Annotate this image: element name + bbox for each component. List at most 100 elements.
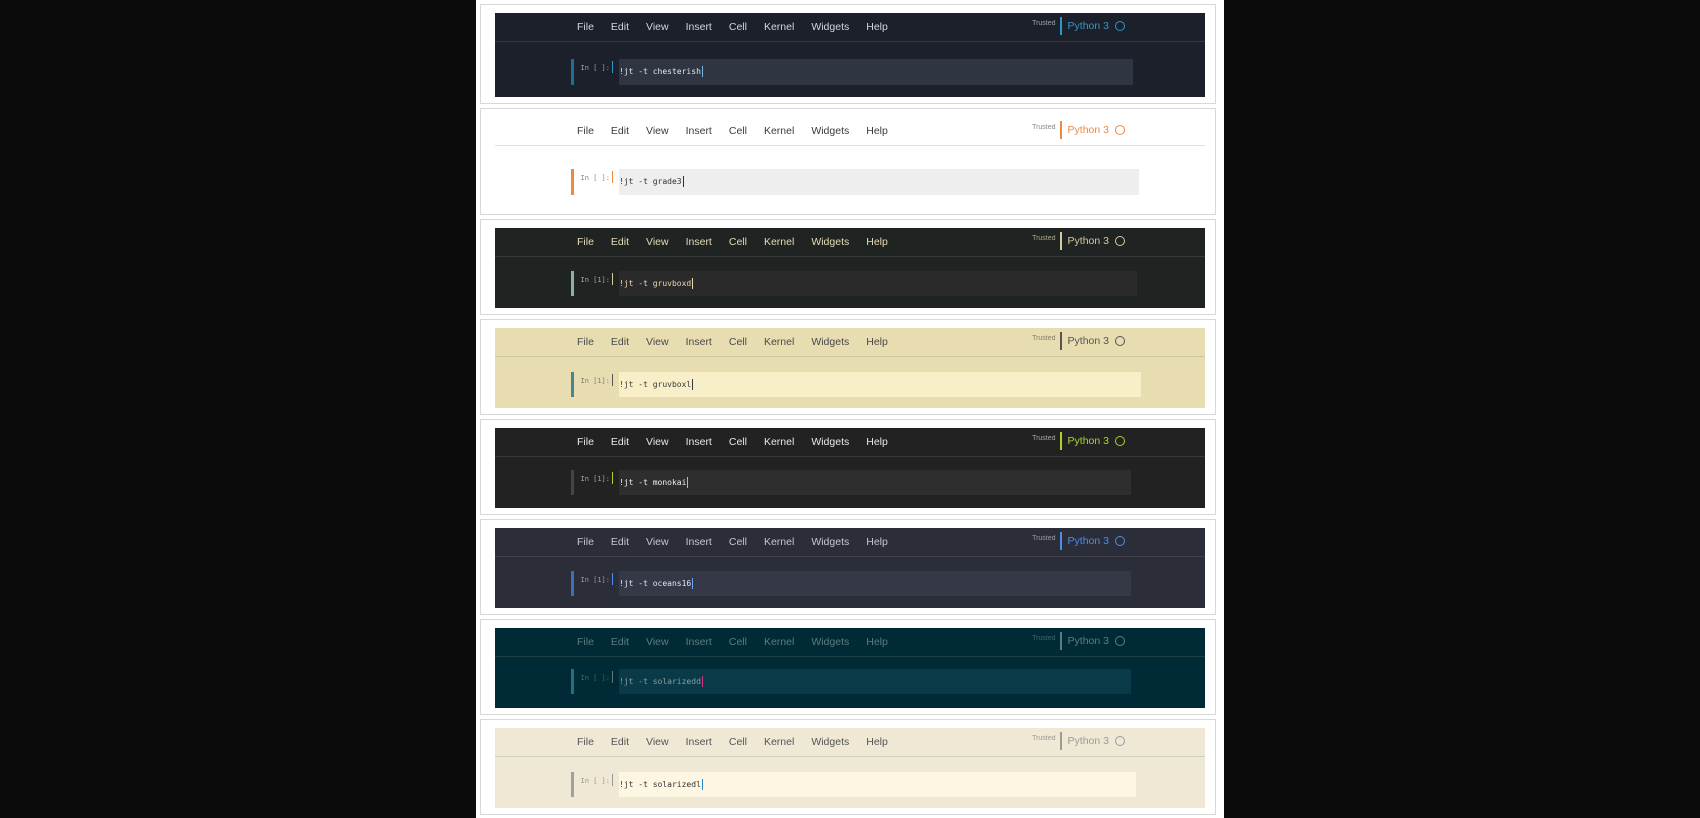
menu-edit[interactable]: Edit — [611, 436, 629, 448]
menu-kernel[interactable]: Kernel — [764, 236, 794, 248]
menu-insert[interactable]: Insert — [686, 636, 712, 648]
menu-kernel[interactable]: Kernel — [764, 636, 794, 648]
menu-widgets[interactable]: Widgets — [811, 336, 849, 348]
kernel-name[interactable]: Python 3 — [1068, 124, 1109, 136]
menu-bar: File Edit View Insert Cell Kernel Widgets Help T… — [495, 628, 1205, 657]
menu-cell[interactable]: Cell — [729, 21, 747, 33]
menu-cell[interactable]: Cell — [729, 736, 747, 748]
menu-view[interactable]: View — [646, 236, 669, 248]
menu-insert[interactable]: Insert — [686, 536, 712, 548]
menu-kernel[interactable]: Kernel — [764, 125, 794, 137]
menu-view[interactable]: View — [646, 21, 669, 33]
code-input[interactable]: !jt -t monokai — [619, 470, 1131, 495]
menu-file[interactable]: File — [577, 125, 594, 137]
kernel-name[interactable]: Python 3 — [1068, 20, 1109, 32]
menu-view[interactable]: View — [646, 536, 669, 548]
trusted-badge[interactable]: Trusted — [1032, 20, 1055, 27]
menu-kernel[interactable]: Kernel — [764, 536, 794, 548]
menu-insert[interactable]: Insert — [686, 21, 712, 33]
trusted-badge[interactable]: Trusted — [1032, 635, 1055, 642]
kernel-status: Trusted Python 3 — [1032, 232, 1125, 250]
menu-widgets[interactable]: Widgets — [811, 736, 849, 748]
menu-view[interactable]: View — [646, 736, 669, 748]
kernel-name[interactable]: Python 3 — [1068, 335, 1109, 347]
menu-cell[interactable]: Cell — [729, 336, 747, 348]
menu-kernel[interactable]: Kernel — [764, 336, 794, 348]
menu-cell[interactable]: Cell — [729, 125, 747, 137]
menu-cell[interactable]: Cell — [729, 436, 747, 448]
trusted-badge[interactable]: Trusted — [1032, 235, 1055, 242]
menu-widgets[interactable]: Widgets — [811, 21, 849, 33]
menu-file[interactable]: File — [577, 636, 594, 648]
code-input[interactable]: !jt -t oceans16 — [619, 571, 1131, 596]
menu-insert[interactable]: Insert — [686, 436, 712, 448]
code-cell[interactable]: In [1]: !jt -t oceans16 — [571, 571, 1131, 596]
code-cell[interactable]: In [1]: !jt -t gruvboxd — [571, 271, 1137, 296]
menu-help[interactable]: Help — [866, 336, 888, 348]
menu-file[interactable]: File — [577, 436, 594, 448]
code-input[interactable]: !jt -t gruvboxl — [619, 372, 1141, 397]
menu-widgets[interactable]: Widgets — [811, 536, 849, 548]
prompt-separator — [612, 472, 613, 484]
kernel-name[interactable]: Python 3 — [1068, 735, 1109, 747]
menu-file[interactable]: File — [577, 536, 594, 548]
menu-file[interactable]: File — [577, 736, 594, 748]
code-input[interactable]: !jt -t gruvboxd — [619, 271, 1137, 296]
menu-view[interactable]: View — [646, 125, 669, 137]
menu-widgets[interactable]: Widgets — [811, 236, 849, 248]
kernel-name[interactable]: Python 3 — [1068, 535, 1109, 547]
code-input[interactable]: !jt -t grade3 — [619, 169, 1139, 195]
menu-cell[interactable]: Cell — [729, 536, 747, 548]
menu-insert[interactable]: Insert — [686, 236, 712, 248]
trusted-badge[interactable]: Trusted — [1032, 535, 1055, 542]
menu-edit[interactable]: Edit — [611, 125, 629, 137]
code-cell[interactable]: In [ ]: !jt -t chesterish — [571, 59, 1133, 85]
kernel-name[interactable]: Python 3 — [1068, 235, 1109, 247]
menu-file[interactable]: File — [577, 21, 594, 33]
menu-edit[interactable]: Edit — [611, 236, 629, 248]
trusted-badge[interactable]: Trusted — [1032, 335, 1055, 342]
menu-help[interactable]: Help — [866, 636, 888, 648]
kernel-separator — [1059, 17, 1062, 35]
menu-help[interactable]: Help — [866, 736, 888, 748]
menu-widgets[interactable]: Widgets — [811, 636, 849, 648]
code-cell[interactable]: In [ ]: !jt -t solarizedd — [571, 669, 1131, 694]
menu-help[interactable]: Help — [866, 21, 888, 33]
menu-file[interactable]: File — [577, 336, 594, 348]
menu-help[interactable]: Help — [866, 125, 888, 137]
menu-insert[interactable]: Insert — [686, 336, 712, 348]
menu-edit[interactable]: Edit — [611, 336, 629, 348]
menu-cell[interactable]: Cell — [729, 636, 747, 648]
menu-edit[interactable]: Edit — [611, 536, 629, 548]
menu-insert[interactable]: Insert — [686, 125, 712, 137]
menu-view[interactable]: View — [646, 336, 669, 348]
menu-edit[interactable]: Edit — [611, 636, 629, 648]
menu-widgets[interactable]: Widgets — [811, 436, 849, 448]
code-input[interactable]: !jt -t solarizedl — [619, 772, 1136, 797]
code-cell[interactable]: In [ ]: !jt -t grade3 — [571, 169, 1139, 195]
menu-insert[interactable]: Insert — [686, 736, 712, 748]
code-cell[interactable]: In [1]: !jt -t monokai — [571, 470, 1131, 495]
menu-widgets[interactable]: Widgets — [811, 125, 849, 137]
kernel-name[interactable]: Python 3 — [1068, 435, 1109, 447]
menu-edit[interactable]: Edit — [611, 736, 629, 748]
trusted-badge[interactable]: Trusted — [1032, 124, 1055, 131]
trusted-badge[interactable]: Trusted — [1032, 435, 1055, 442]
code-input[interactable]: !jt -t chesterish — [619, 59, 1133, 85]
menu-edit[interactable]: Edit — [611, 21, 629, 33]
code-cell[interactable]: In [1]: !jt -t gruvboxl — [571, 372, 1141, 397]
menu-cell[interactable]: Cell — [729, 236, 747, 248]
menu-view[interactable]: View — [646, 436, 669, 448]
menu-help[interactable]: Help — [866, 436, 888, 448]
menu-file[interactable]: File — [577, 236, 594, 248]
menu-help[interactable]: Help — [866, 236, 888, 248]
trusted-badge[interactable]: Trusted — [1032, 735, 1055, 742]
menu-view[interactable]: View — [646, 636, 669, 648]
menu-kernel[interactable]: Kernel — [764, 736, 794, 748]
code-cell[interactable]: In [ ]: !jt -t solarizedl — [571, 772, 1136, 797]
menu-help[interactable]: Help — [866, 536, 888, 548]
menu-kernel[interactable]: Kernel — [764, 21, 794, 33]
menu-kernel[interactable]: Kernel — [764, 436, 794, 448]
kernel-name[interactable]: Python 3 — [1068, 635, 1109, 647]
code-input[interactable]: !jt -t solarizedd — [619, 669, 1131, 694]
